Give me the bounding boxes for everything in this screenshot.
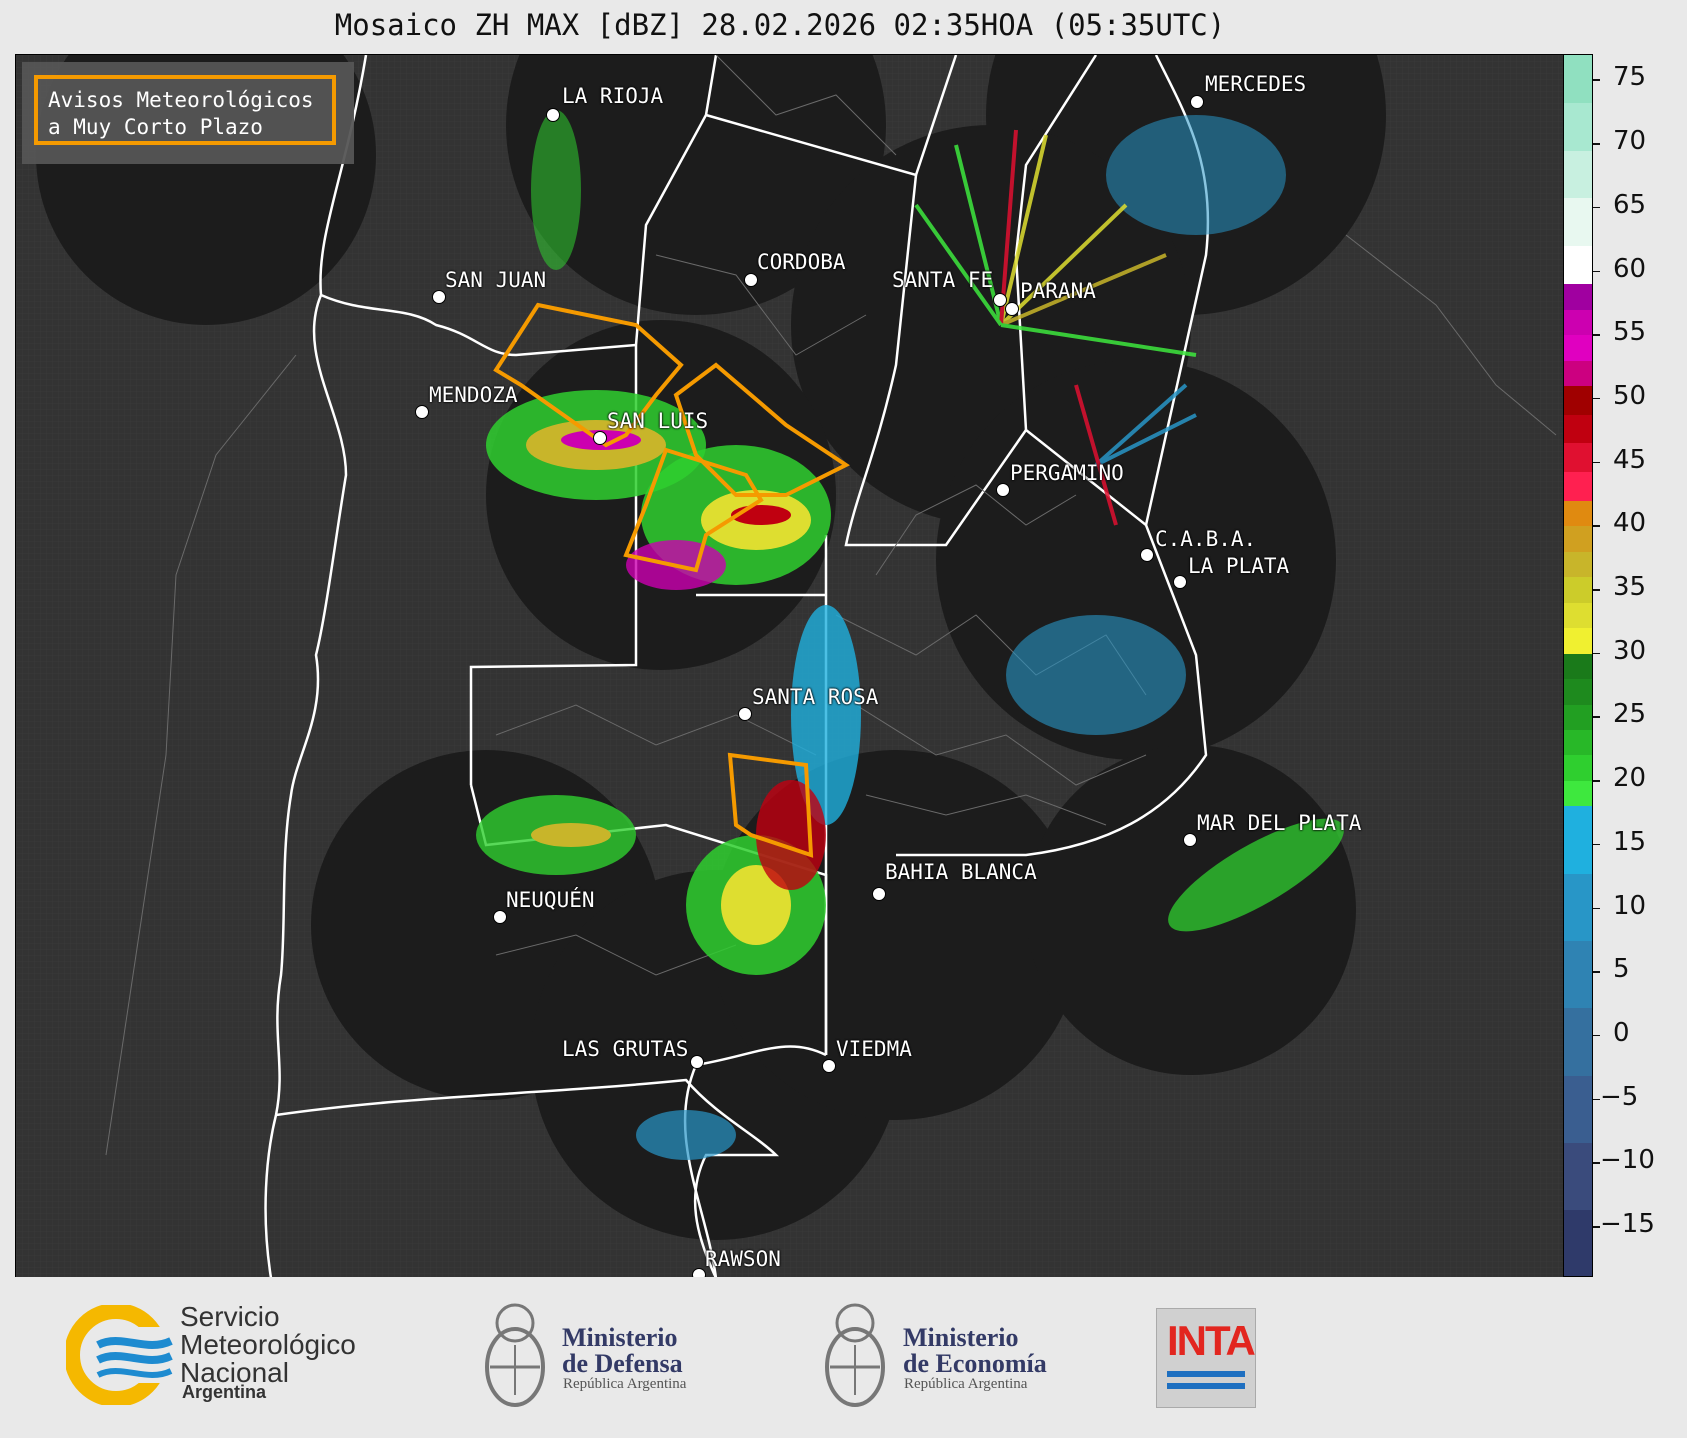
colorbar-tick-mark [1593,652,1600,655]
inta-wordmark: INTA [1167,1317,1256,1364]
colorbar-tick-mark [1593,843,1600,846]
defensa-line2: de Defensa [562,1349,683,1378]
city-label-viedma: VIEDMA [836,1037,912,1061]
colorbar-tick-mark [1593,79,1600,81]
city-label-mercedes: MERCEDES [1205,72,1307,96]
economia-line2: de Economía [903,1349,1047,1378]
colorbar-tick-label: 30 [1613,635,1647,666]
coat-of-arms-icon [825,1303,885,1407]
smn-line2: Meteorológico [180,1329,356,1360]
inta-logo: INTA [1156,1308,1256,1408]
colorbar-tick-label: 55 [1613,317,1647,348]
city-dot-bahia-blanca [872,887,886,901]
colorbar-tick-mark [1593,907,1600,910]
city-label-san-juan: SAN JUAN [445,268,547,292]
radar-map-canvas [16,55,1564,1278]
colorbar-tick-label: 45 [1613,444,1647,475]
defensa-sub: República Argentina [563,1376,687,1392]
city-dot-caba [1140,548,1154,562]
coat-of-arms-icon [485,1303,545,1407]
colorbar-tick-label: 20 [1613,763,1647,794]
colorbar-tick-mark [1593,206,1600,209]
colorbar-tick-mark [1593,1226,1600,1228]
city-dot-san-juan [432,290,446,304]
colorbar-tick-mark [1593,1034,1600,1037]
smn-name: Servicio Meteorológico Nacional [180,1303,356,1387]
colorbar-tick-label: 5 [1613,954,1630,985]
city-dot-parana [1005,302,1019,316]
colorbar-tick-mark [1593,1098,1600,1101]
smn-country: Argentina [182,1382,267,1402]
colorbar-tick-label: 35 [1613,572,1647,603]
colorbar-tick-label: 10 [1613,890,1647,921]
colorbar-tick-mark [1593,334,1600,336]
colorbar-tick-mark [1593,716,1600,718]
colorbar-tick-mark [1593,525,1600,527]
colorbar-tick-mark [1593,971,1600,973]
city-dot-cordoba [744,273,758,287]
city-label-cordoba: CORDOBA [757,250,846,274]
colorbar-tick-mark [1593,270,1600,273]
colorbar-tick-label: −15 [1600,1209,1655,1240]
map-title: Mosaico ZH MAX [dBZ] 28.02.2026 02:35HOA… [334,8,1226,42]
colorbar-tick-label: 75 [1613,62,1647,93]
colorbar-tick-label: 15 [1613,826,1647,857]
colorbar-tick-label: 0 [1613,1017,1630,1048]
city-label-las-grutas: LAS GRUTAS [562,1037,689,1061]
colorbar-tick-label: 70 [1613,126,1647,157]
colorbar-tick-mark [1593,143,1600,145]
city-dot-viedma [822,1059,836,1073]
city-dot-neuquen [493,910,507,924]
city-dot-la-plata [1173,575,1187,589]
colorbar-tick-label: 40 [1613,508,1647,539]
city-label-rawson: RAWSON [705,1247,781,1271]
city-label-neuquen: NEUQUÉN [506,888,595,912]
city-dot-la-rioja [546,108,560,122]
colorbar-tick-mark [1593,589,1600,591]
colorbar-tick-mark [1593,780,1600,782]
colorbar-tick-mark [1593,397,1600,400]
city-label-san-luis: SAN LUIS [607,409,709,433]
economia-name: Ministerio de Economía [903,1325,1047,1377]
city-dot-mar-del-plata [1183,833,1197,847]
city-dot-pergamino [996,483,1010,497]
city-label-mendoza: MENDOZA [429,383,518,407]
defensa-line1: Ministerio [562,1323,678,1352]
dbz-colorbar [1563,54,1593,1277]
colorbar-tick-label: −10 [1600,1145,1655,1176]
economia-sub: República Argentina [904,1376,1028,1392]
city-label-parana: PARANA [1020,279,1096,303]
city-label-santa-rosa: SANTA ROSA [752,685,879,709]
warning-legend: Avisos Meteorológicos a Muy Corto Plazo [34,75,336,145]
city-label-mar-del-plata: MAR DEL PLATA [1197,811,1362,835]
city-dot-mendoza [415,405,429,419]
defensa-name: Ministerio de Defensa [562,1325,683,1377]
colorbar-tick-label: 50 [1613,380,1647,411]
colorbar-tick-mark [1593,461,1600,464]
city-label-santa-fe: SANTA FE [892,268,994,292]
smn-line1: Servicio [180,1301,280,1332]
colorbar-tick-mark [1593,1162,1600,1164]
colorbar-tick-label: −5 [1600,1081,1639,1112]
colorbar-tick-label: 25 [1613,699,1647,730]
city-label-caba: C.A.B.A. [1155,527,1257,551]
colorbar-tick-label: 60 [1613,253,1647,284]
colorbar-tick-label: 65 [1613,189,1647,220]
city-dot-santa-rosa [738,707,752,721]
city-label-la-rioja: LA RIOJA [562,84,664,108]
city-dot-mercedes [1190,95,1204,109]
city-label-la-plata: LA PLATA [1188,554,1290,578]
economia-line1: Ministerio [903,1323,1019,1352]
city-label-bahia-blanca: BAHIA BLANCA [885,860,1037,884]
radar-map[interactable] [15,54,1565,1279]
city-label-pergamino: PERGAMINO [1010,461,1124,485]
city-dot-san-luis [593,431,607,445]
city-dot-las-grutas [690,1055,704,1069]
smn-logo-icon [66,1305,176,1405]
